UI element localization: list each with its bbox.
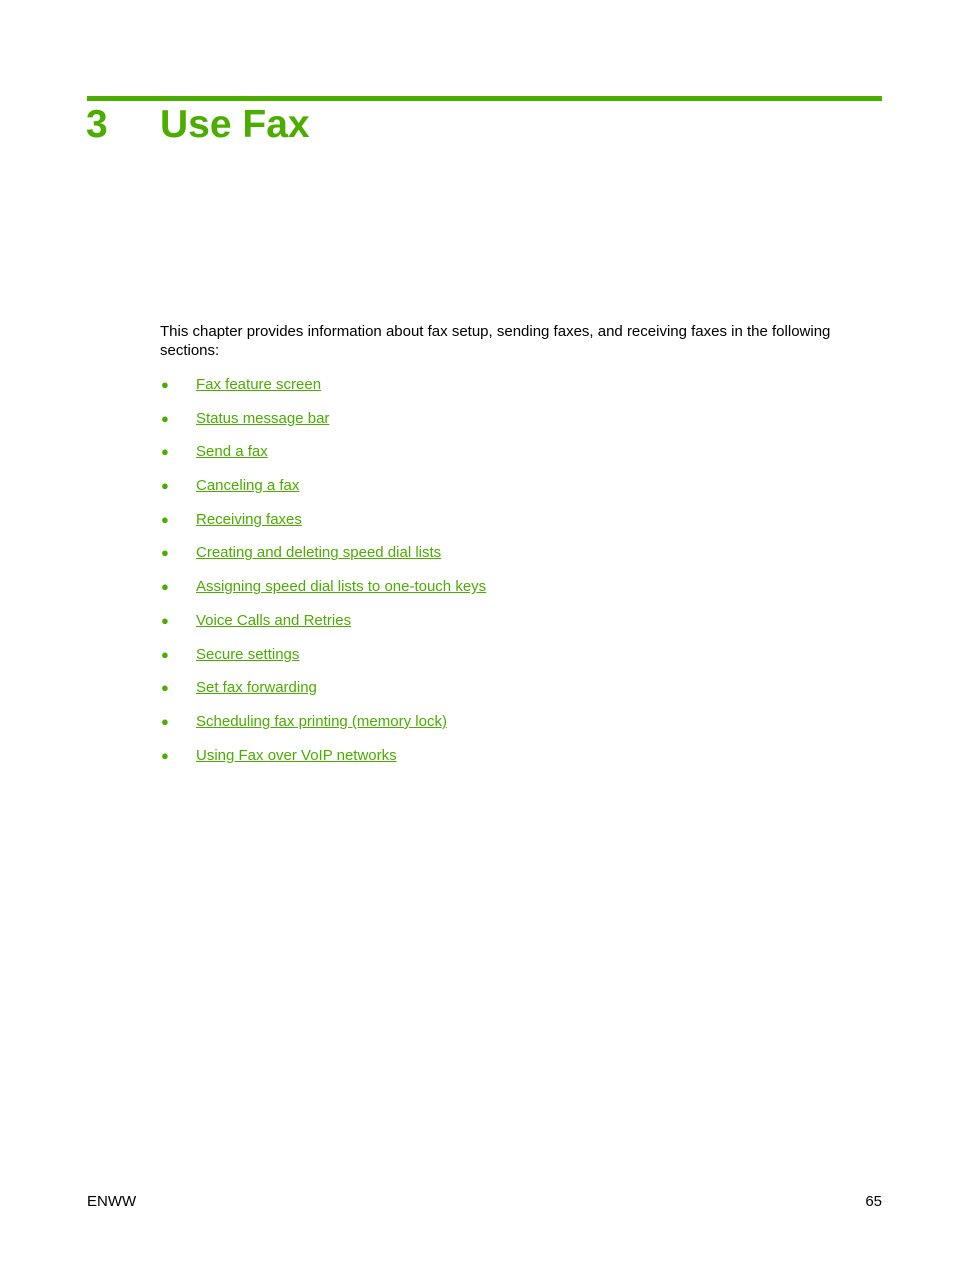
list-item: ● Set fax forwarding — [160, 678, 486, 712]
section-link[interactable]: Status message bar — [196, 409, 329, 428]
section-link[interactable]: Canceling a fax — [196, 476, 299, 495]
bullet-icon: ● — [161, 410, 169, 426]
bullet-icon: ● — [161, 680, 169, 696]
bullet-icon: ● — [161, 511, 169, 527]
bullet-icon: ● — [161, 444, 169, 460]
list-item: ● Send a fax — [160, 442, 486, 476]
section-link[interactable]: Secure settings — [196, 645, 299, 664]
section-link[interactable]: Creating and deleting speed dial lists — [196, 543, 441, 562]
section-link[interactable]: Scheduling fax printing (memory lock) — [196, 712, 447, 731]
section-link[interactable]: Send a fax — [196, 442, 268, 461]
section-link[interactable]: Receiving faxes — [196, 510, 302, 529]
bullet-icon: ● — [161, 646, 169, 662]
bullet-icon: ● — [161, 478, 169, 494]
page-number: 65 — [865, 1193, 882, 1210]
list-item: ● Voice Calls and Retries — [160, 611, 486, 645]
bullet-icon: ● — [161, 713, 169, 729]
list-item: ● Receiving faxes — [160, 510, 486, 544]
section-link[interactable]: Fax feature screen — [196, 375, 321, 394]
bullet-icon: ● — [161, 612, 169, 628]
section-link[interactable]: Voice Calls and Retries — [196, 611, 351, 630]
section-link[interactable]: Set fax forwarding — [196, 678, 317, 697]
list-item: ● Using Fax over VoIP networks — [160, 746, 486, 780]
list-item: ● Scheduling fax printing (memory lock) — [160, 712, 486, 746]
section-link[interactable]: Using Fax over VoIP networks — [196, 746, 397, 765]
list-item: ● Creating and deleting speed dial lists — [160, 543, 486, 577]
section-link-list: ● Fax feature screen ● Status message bar … — [160, 375, 486, 779]
chapter-number: 3 — [86, 103, 108, 146]
bullet-icon: ● — [161, 545, 169, 561]
intro-paragraph: This chapter provides information about … — [160, 323, 831, 359]
list-item: ● Canceling a fax — [160, 476, 486, 510]
list-item: ● Fax feature screen — [160, 375, 486, 409]
bullet-icon: ● — [161, 579, 169, 595]
bullet-icon: ● — [161, 747, 169, 763]
list-item: ● Assigning speed dial lists to one-touch… — [160, 577, 486, 611]
list-item: ● Status message bar — [160, 409, 486, 443]
section-link[interactable]: Assigning speed dial lists to one-touch … — [196, 577, 486, 596]
bullet-icon: ● — [161, 377, 169, 392]
chapter-title: Use Fax — [160, 103, 310, 146]
footer-label: ENWW — [87, 1193, 137, 1210]
list-item: ● Secure settings — [160, 645, 486, 679]
